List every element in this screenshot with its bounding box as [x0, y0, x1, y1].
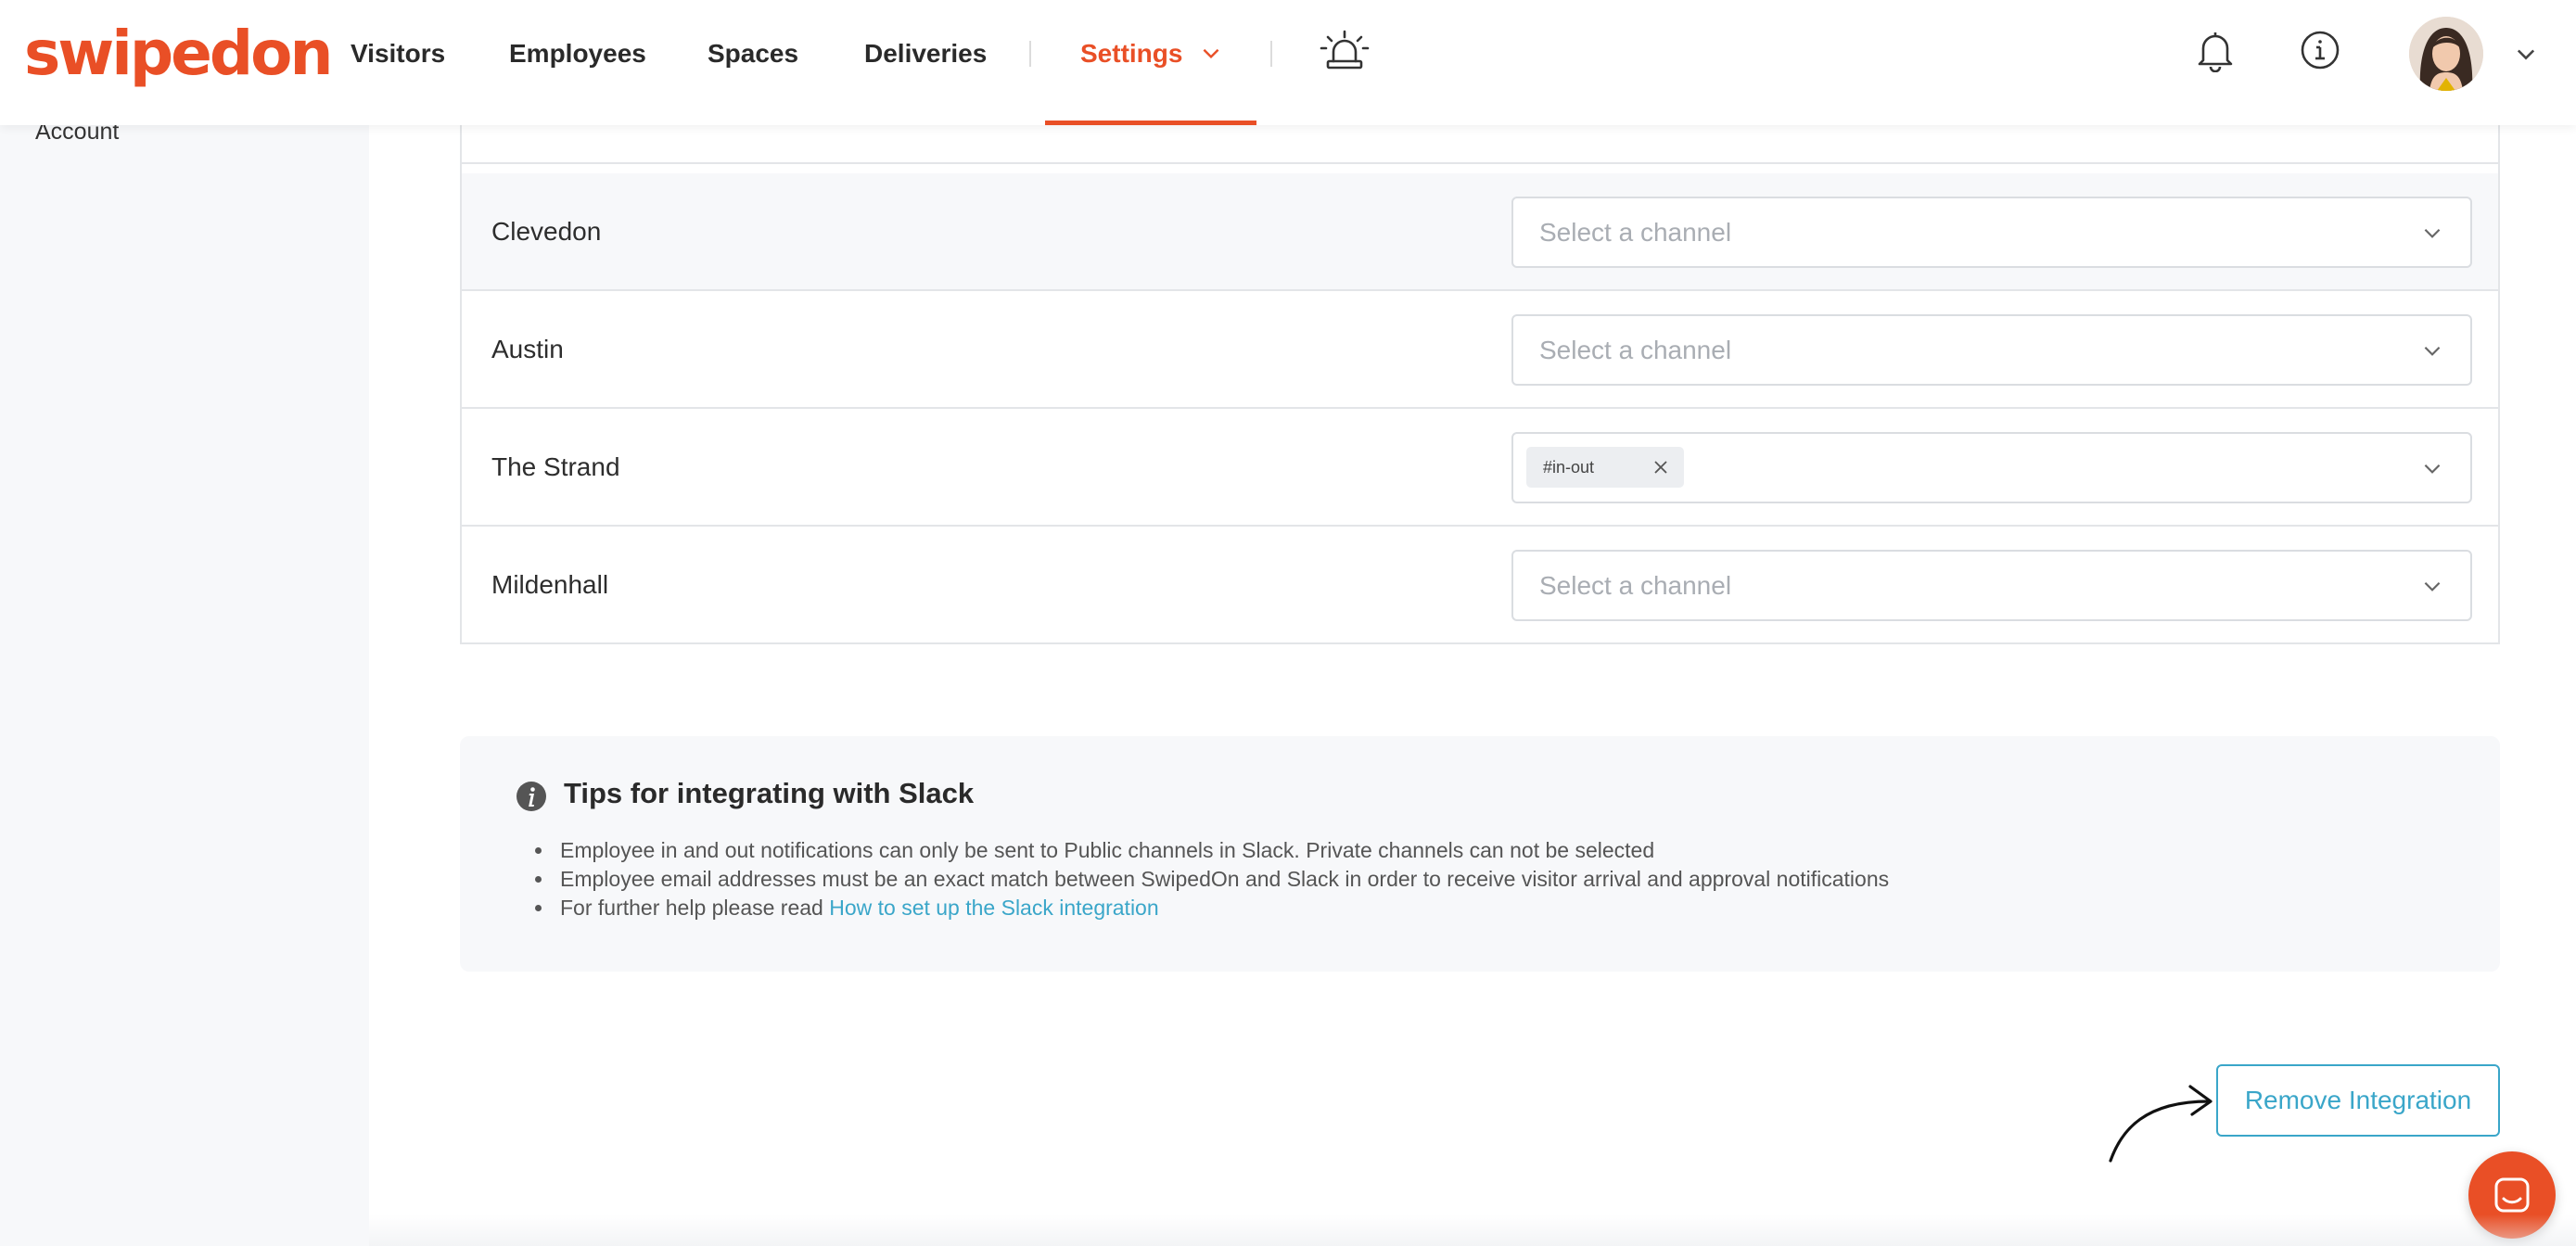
- avatar[interactable]: [2409, 17, 2483, 91]
- slack-setup-help-link[interactable]: How to set up the Slack integration: [829, 896, 1158, 920]
- channel-select-placeholder: Select a channel: [1539, 218, 1732, 247]
- swipedon-logo[interactable]: swipedon: [24, 17, 333, 91]
- table-row: Clevedon Select a channel: [462, 173, 2498, 291]
- nav-settings[interactable]: Settings: [1080, 35, 1219, 72]
- channel-chip-label: #in-out: [1543, 458, 1595, 477]
- chevron-down-icon[interactable]: [2513, 41, 2539, 67]
- chevron-down-icon: [2424, 464, 2441, 474]
- channel-select[interactable]: #in-out: [1511, 432, 2472, 503]
- slack-tips-panel: Tips for integrating with Slack Employee…: [460, 736, 2500, 972]
- remove-integration-button[interactable]: Remove Integration: [2216, 1064, 2500, 1137]
- location-name: Austin: [491, 335, 564, 363]
- nav-deliveries[interactable]: Deliveries: [864, 35, 987, 72]
- settings-sidebar: Account: [0, 0, 369, 1246]
- nav-divider: [1029, 41, 1031, 67]
- nav-spaces[interactable]: Spaces: [708, 35, 798, 72]
- chevron-down-icon: [2424, 346, 2441, 356]
- table-row: Austin Select a channel: [462, 291, 2498, 409]
- nav-active-indicator: [1045, 121, 1256, 125]
- info-icon: [516, 782, 546, 811]
- scroll-fade: [369, 1214, 2576, 1246]
- location-name: Mildenhall: [491, 570, 609, 599]
- location-name: The Strand: [491, 452, 620, 481]
- channel-chip: #in-out: [1526, 447, 1684, 488]
- channel-select[interactable]: Select a channel: [1511, 550, 2472, 621]
- chat-icon: [2494, 1177, 2530, 1213]
- location-channel-table: Clevedon Select a channel Austin Select …: [460, 51, 2500, 644]
- channel-select[interactable]: Select a channel: [1511, 314, 2472, 386]
- channel-select-placeholder: Select a channel: [1539, 336, 1732, 364]
- nav-employees[interactable]: Employees: [509, 35, 646, 72]
- tip-item: For further help please read How to set …: [555, 894, 1889, 922]
- chevron-down-icon: [1203, 48, 1219, 59]
- channel-select[interactable]: Select a channel: [1511, 197, 2472, 268]
- tip-help-text: For further help please read: [560, 896, 830, 920]
- table-row: The Strand #in-out: [462, 409, 2498, 527]
- tip-item: Employee email addresses must be an exac…: [555, 865, 1889, 894]
- tips-title: Tips for integrating with Slack: [564, 777, 975, 809]
- channel-select-placeholder: Select a channel: [1539, 571, 1732, 600]
- nav-visitors[interactable]: Visitors: [351, 35, 445, 72]
- chevron-down-icon: [2424, 228, 2441, 238]
- nav-divider: [1270, 41, 1272, 67]
- nav-settings-label: Settings: [1080, 39, 1183, 68]
- info-icon[interactable]: [2300, 30, 2340, 70]
- location-name: Clevedon: [491, 217, 602, 246]
- tip-item: Employee in and out notifications can on…: [555, 836, 1889, 865]
- user-avatar-image: [2409, 17, 2483, 91]
- evacuation-alarm-icon[interactable]: [1319, 28, 1371, 72]
- chevron-down-icon: [2424, 581, 2441, 591]
- tips-list: Employee in and out notifications can on…: [536, 836, 1889, 922]
- close-icon[interactable]: [1652, 459, 1669, 476]
- table-row: Mildenhall Select a channel: [462, 527, 2498, 644]
- arrow-annotation-icon: [2109, 1085, 2213, 1163]
- top-navigation: swipedon Visitors Employees Spaces Deliv…: [0, 0, 2576, 125]
- bell-icon[interactable]: [2196, 30, 2235, 72]
